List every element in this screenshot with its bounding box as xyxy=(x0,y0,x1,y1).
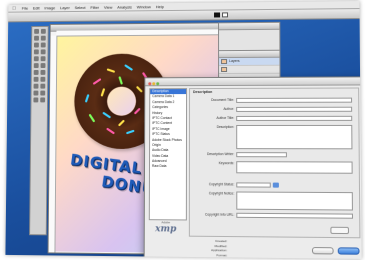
zoom-icon[interactable] xyxy=(156,82,160,86)
description-writer-label: Description Writer: xyxy=(206,152,235,157)
heal-tool-icon[interactable] xyxy=(33,49,39,55)
stamp-tool-icon[interactable] xyxy=(33,56,39,62)
copyright-url-row: Copyright Info URL: xyxy=(190,211,359,219)
dodge-tool-icon[interactable] xyxy=(40,69,46,75)
document-title-row: Document Title: xyxy=(190,97,358,103)
description-writer-field[interactable] xyxy=(236,151,287,157)
menu-edit[interactable]: Edit xyxy=(33,5,40,12)
layer-thumbnail xyxy=(221,59,228,65)
zoom-tool-icon[interactable] xyxy=(40,97,46,103)
go-to-url-button[interactable] xyxy=(330,226,350,235)
donut-hole xyxy=(107,87,136,116)
menu-layer[interactable]: Layer xyxy=(60,4,70,11)
menu-filter[interactable]: Filter xyxy=(90,4,99,11)
copyright-status-label: Copyright Status: xyxy=(208,182,235,187)
dialog-buttons xyxy=(309,247,360,256)
menu-analysis[interactable]: Analysis xyxy=(117,4,132,11)
wand-tool-icon[interactable] xyxy=(40,35,46,41)
copyright-url-label: Copyright Info URL: xyxy=(205,212,235,217)
layer-thumbnail xyxy=(221,67,228,73)
menu-window[interactable]: Window xyxy=(137,3,151,10)
copyright-notice-row: Copyright Notice: xyxy=(190,190,359,211)
keywords-row: Keywords: xyxy=(190,160,359,174)
section-title: Description xyxy=(193,90,213,95)
apple-menu-icon[interactable]:  xyxy=(12,5,16,13)
xmp-logo-text: xmp xyxy=(155,224,177,235)
chevron-down-icon[interactable] xyxy=(272,182,279,188)
document-title-label: Document Title: xyxy=(211,97,235,102)
author-row: Author: xyxy=(190,106,358,112)
shape-tool-icon[interactable] xyxy=(40,83,46,89)
category-raw-data[interactable]: Raw Data xyxy=(150,164,186,170)
history-brush-icon[interactable] xyxy=(40,56,46,62)
navigator-palette-header[interactable] xyxy=(219,22,280,31)
background-swatch[interactable] xyxy=(222,12,229,18)
close-icon[interactable] xyxy=(148,82,152,86)
cancel-button[interactable] xyxy=(311,247,334,255)
eyedropper-tool-icon[interactable] xyxy=(40,90,46,96)
window-controls xyxy=(148,80,160,87)
author-title-row: Author Title: xyxy=(190,115,358,121)
lasso-tool-icon[interactable] xyxy=(34,35,39,41)
description-pane: Description Document Title: Author: Auth… xyxy=(188,87,361,239)
meta-label: Format: xyxy=(216,252,228,257)
move-tool-icon[interactable] xyxy=(34,28,40,34)
slice-tool-icon[interactable] xyxy=(40,42,46,48)
dialog-titlebar[interactable] xyxy=(145,77,362,87)
author-field[interactable] xyxy=(236,106,353,112)
menu-select[interactable]: Select xyxy=(75,4,86,11)
author-label: Author: xyxy=(223,106,235,111)
gradient-tool-icon[interactable] xyxy=(40,63,46,69)
path-select-icon[interactable] xyxy=(33,83,39,89)
author-title-label: Author Title: xyxy=(216,115,235,120)
hand-tool-icon[interactable] xyxy=(33,97,39,103)
description-field[interactable] xyxy=(236,124,353,149)
keywords-field[interactable] xyxy=(236,160,353,174)
brush-tool-icon[interactable] xyxy=(40,49,46,55)
marquee-tool-icon[interactable] xyxy=(40,28,46,34)
keywords-label: Keywords: xyxy=(218,161,235,166)
description-writer-row: Description Writer: xyxy=(190,151,359,157)
copyright-status-row: Copyright Status: xyxy=(190,181,359,188)
copyright-notice-field[interactable] xyxy=(236,190,353,211)
menu-help[interactable]: Help xyxy=(156,3,164,10)
menu-image[interactable]: Image xyxy=(44,4,55,11)
navigator-palette xyxy=(218,21,281,53)
xmp-logo: Adobe xmp xyxy=(153,220,179,234)
eraser-tool-icon[interactable] xyxy=(33,63,39,69)
author-title-field[interactable] xyxy=(236,115,353,121)
document-title-field[interactable] xyxy=(236,97,353,103)
monitor-screen:  File Edit Image Layer Select Filter Vi… xyxy=(5,1,362,259)
copyright-url-field[interactable] xyxy=(236,212,354,219)
layer-row[interactable] xyxy=(219,65,280,75)
menu-file[interactable]: File xyxy=(22,5,28,12)
copyright-notice-label: Copyright Notice: xyxy=(208,191,235,196)
menu-view[interactable]: View xyxy=(104,4,112,11)
category-list: Description Camera Data 1 Camera Data 2 … xyxy=(148,88,188,221)
description-row: Description: xyxy=(190,124,358,149)
type-tool-icon[interactable] xyxy=(40,76,46,82)
notes-tool-icon[interactable] xyxy=(33,90,39,96)
file-info-dialog: Description Camera Data 1 Camera Data 2 … xyxy=(143,76,362,259)
blur-tool-icon[interactable] xyxy=(33,69,39,75)
crop-tool-icon[interactable] xyxy=(33,42,39,48)
minimize-icon[interactable] xyxy=(152,82,156,86)
ok-button[interactable] xyxy=(337,247,360,255)
layer-name: Layers xyxy=(229,58,240,64)
copyright-status-select[interactable] xyxy=(236,181,271,188)
foreground-swatch[interactable] xyxy=(214,12,221,18)
description-label: Description: xyxy=(216,124,235,129)
pen-tool-icon[interactable] xyxy=(33,76,39,82)
tools-palette xyxy=(29,25,49,236)
